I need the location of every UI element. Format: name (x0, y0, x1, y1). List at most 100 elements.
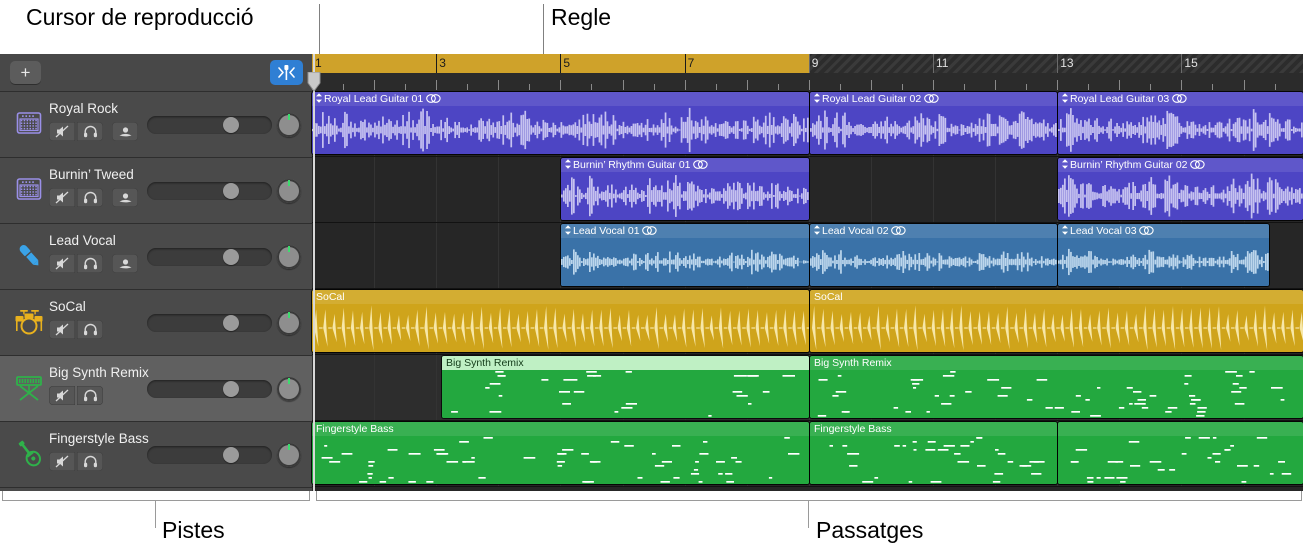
region-lead-vocal-02-6[interactable]: Lead Vocal 02 (810, 224, 1057, 286)
solo-button-socal[interactable] (77, 320, 103, 339)
mute-button-burnin-tweed[interactable] (49, 188, 75, 207)
region-socal-8[interactable]: SoCal (312, 290, 809, 352)
solo-button-royal-rock[interactable] (77, 122, 103, 141)
ruler[interactable]: 1 3 5 7 9 11 13 15 (312, 54, 1303, 92)
volume-fader-royal-rock[interactable] (147, 116, 272, 134)
track-name-label: Fingerstyle Bass (49, 431, 149, 446)
region-header[interactable]: Lead Vocal 02 (810, 224, 1057, 238)
track-lane-socal[interactable]: SoCal SoCal (312, 289, 1303, 355)
mute-icon (55, 455, 68, 468)
volume-fader-fingerstyle-bass[interactable] (147, 446, 272, 464)
pan-knob-royal-rock[interactable] (277, 113, 301, 137)
region-fingerstyle-bass-12[interactable]: Fingerstyle Bass (312, 422, 809, 484)
mute-button-big-synth-remix[interactable] (49, 386, 75, 405)
mute-button-lead-vocal[interactable] (49, 254, 75, 273)
region-header[interactable]: Fingerstyle Bass (312, 422, 809, 436)
region-header[interactable]: Royal Lead Guitar 01 (312, 92, 809, 106)
volume-fader-lead-vocal[interactable] (147, 248, 272, 266)
region-fingerstyle-bass-13[interactable]: Fingerstyle Bass (810, 422, 1057, 484)
volume-fader-knob[interactable] (223, 183, 240, 199)
mute-button-socal[interactable] (49, 320, 75, 339)
region-title: Royal Lead Guitar 01 (324, 93, 424, 105)
region-body (810, 238, 1057, 286)
track-lane-big-synth-remix[interactable]: Big Synth Remix Big Synth Remix (312, 355, 1303, 421)
mute-button-royal-rock[interactable] (49, 122, 75, 141)
region-body (810, 436, 1057, 484)
track-header-socal[interactable]: SoCal (0, 290, 312, 356)
region-burnin-rhythm-guitar-01-3[interactable]: Burnin’ Rhythm Guitar 01 (561, 158, 809, 220)
volume-fader-knob[interactable] (223, 117, 240, 133)
region-header[interactable]: SoCal (312, 290, 809, 304)
region-header[interactable]: Burnin’ Rhythm Guitar 02 (1058, 158, 1303, 172)
volume-fader-socal[interactable] (147, 314, 272, 332)
track-header-fingerstyle-bass[interactable]: Fingerstyle Bass (0, 422, 312, 488)
region-big-synth-remix-10[interactable]: Big Synth Remix (442, 356, 809, 418)
region-header[interactable]: Fingerstyle Bass (810, 422, 1057, 436)
pan-knob-fingerstyle-bass[interactable] (277, 443, 301, 467)
ruler-tick (1243, 80, 1245, 90)
region-socal-9[interactable]: SoCal (810, 290, 1303, 352)
track-header-royal-rock[interactable]: Royal Rock (0, 92, 312, 158)
ruler-tick (343, 84, 345, 90)
solo-button-big-synth-remix[interactable] (77, 386, 103, 405)
region-header[interactable]: Royal Lead Guitar 02 (810, 92, 1057, 106)
solo-button-burnin-tweed[interactable] (77, 188, 103, 207)
region-header[interactable]: SoCal (810, 290, 1303, 304)
ruler-tick (933, 80, 934, 90)
pan-knob-socal[interactable] (277, 311, 301, 335)
record-enable-button-lead-vocal[interactable] (112, 254, 138, 273)
volume-fader-big-synth-remix[interactable] (147, 380, 272, 398)
track-lane-burnin-tweed[interactable]: Burnin’ Rhythm Guitar 01 Burnin’ Rhythm … (312, 157, 1303, 223)
region-header[interactable] (1058, 422, 1303, 436)
region-royal-lead-guitar-03-2[interactable]: Royal Lead Guitar 03 (1058, 92, 1303, 154)
track-header-burnin-tweed[interactable]: Burnin’ Tweed (0, 158, 312, 224)
solo-button-fingerstyle-bass[interactable] (77, 452, 103, 471)
playhead-handle[interactable] (307, 71, 321, 92)
bracket-regions (316, 491, 1302, 501)
pan-knob-big-synth-remix[interactable] (277, 377, 301, 401)
region-untitled-14[interactable] (1058, 422, 1303, 484)
region-lead-vocal-01-5[interactable]: Lead Vocal 01 (561, 224, 809, 286)
track-lane-royal-rock[interactable]: Royal Lead Guitar 01 Royal Lead Guitar 0… (312, 91, 1303, 157)
midi-note-display (817, 371, 1285, 417)
ruler-tick (777, 84, 779, 90)
track-lane-lead-vocal[interactable]: Lead Vocal 01 Lead Vocal 02 Lead Vocal 0… (312, 223, 1303, 289)
region-header[interactable]: Royal Lead Guitar 03 (1058, 92, 1303, 106)
pan-knob-burnin-tweed[interactable] (277, 179, 301, 203)
track-header-lead-vocal[interactable]: Lead Vocal (0, 224, 312, 290)
volume-fader-knob[interactable] (223, 381, 240, 397)
mute-button-fingerstyle-bass[interactable] (49, 452, 75, 471)
region-header[interactable]: Burnin’ Rhythm Guitar 01 (561, 158, 809, 172)
region-header[interactable]: Big Synth Remix (810, 356, 1303, 370)
pan-indicator (288, 444, 290, 450)
region-header[interactable]: Lead Vocal 03 (1058, 224, 1269, 238)
midi-note-display (321, 437, 800, 483)
track-lane-fingerstyle-bass[interactable]: Fingerstyle Bass Fingerstyle Bass (312, 421, 1303, 487)
volume-fader-knob[interactable] (223, 447, 240, 463)
region-royal-lead-guitar-01-0[interactable]: Royal Lead Guitar 01 (312, 92, 809, 154)
solo-button-lead-vocal[interactable] (77, 254, 103, 273)
volume-fader-knob[interactable] (223, 249, 240, 265)
region-header[interactable]: Big Synth Remix (442, 356, 809, 370)
add-track-button[interactable]: + (10, 61, 41, 84)
pan-knob-lead-vocal[interactable] (277, 245, 301, 269)
volume-fader-burnin-tweed[interactable] (147, 182, 272, 200)
region-lead-vocal-03-7[interactable]: Lead Vocal 03 (1058, 224, 1269, 286)
record-enable-button-royal-rock[interactable] (112, 122, 138, 141)
region-royal-lead-guitar-02-1[interactable]: Royal Lead Guitar 02 (810, 92, 1057, 154)
amp-icon (14, 172, 44, 206)
volume-fader-knob[interactable] (223, 315, 240, 331)
region-burnin-rhythm-guitar-02-4[interactable]: Burnin’ Rhythm Guitar 02 (1058, 158, 1303, 220)
ruler-tick (467, 84, 469, 90)
ruler-tick-strip[interactable] (312, 73, 1303, 92)
region-header[interactable]: Lead Vocal 01 (561, 224, 809, 238)
region-big-synth-remix-11[interactable]: Big Synth Remix (810, 356, 1303, 418)
track-header-big-synth-remix[interactable]: Big Synth Remix (0, 356, 312, 422)
record-enable-button-burnin-tweed[interactable] (112, 188, 138, 207)
loop-icon (1172, 94, 1187, 103)
track-name-label: Burnin’ Tweed (49, 167, 134, 182)
mute-icon (55, 389, 68, 402)
ruler-hatched-area[interactable] (808, 54, 1303, 73)
flex-button[interactable] (270, 60, 303, 85)
ruler-bar-strip[interactable]: 1 3 5 7 9 11 13 15 (312, 54, 1303, 73)
